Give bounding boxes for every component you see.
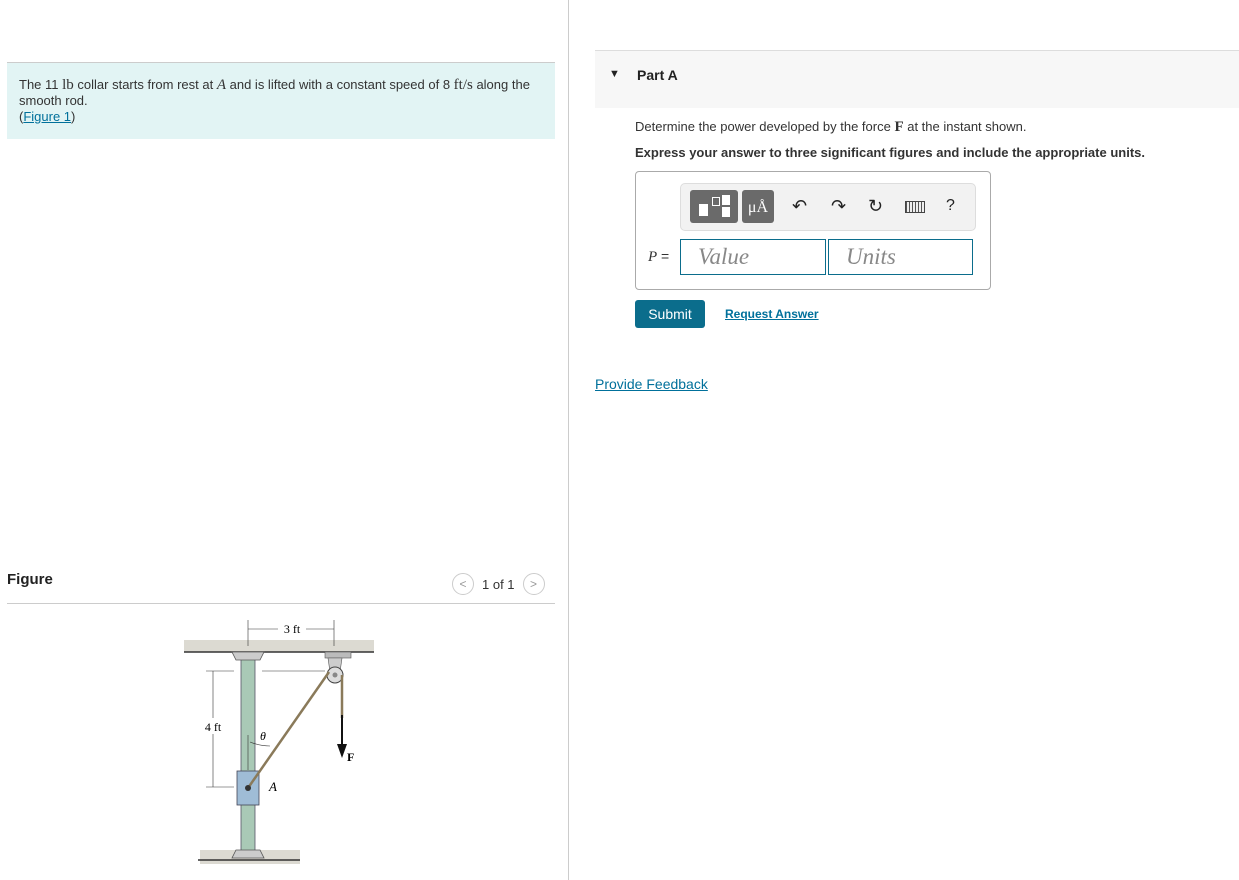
figure-heading: Figure <box>7 571 53 588</box>
force-var: F <box>894 119 904 135</box>
redo-icon[interactable]: ↷ <box>831 196 846 217</box>
text: and is lifted with a constant speed of 8 <box>226 77 454 92</box>
ceiling <box>184 640 374 652</box>
part-title: Part A <box>637 67 678 83</box>
unit: lb <box>62 77 74 93</box>
value-input[interactable]: Value <box>680 239 826 275</box>
text: Determine the power developed by the for… <box>635 119 895 134</box>
theta-label: θ <box>260 729 266 743</box>
part-a-header[interactable]: ▼ Part A <box>595 50 1239 108</box>
instruction: Express your answer to three significant… <box>635 145 1145 160</box>
next-figure-button[interactable]: > <box>522 573 545 595</box>
collapse-triangle-icon[interactable]: ▼ <box>609 68 620 80</box>
figure-pager: < 1 of 1 > <box>452 573 545 595</box>
divider <box>7 603 555 604</box>
keyboard-icon[interactable] <box>905 201 925 213</box>
width-label: 3 ft <box>284 622 301 636</box>
units-input[interactable]: Units <box>828 239 973 275</box>
reset-icon[interactable]: ↻ <box>868 196 883 217</box>
math-toolbar: μÅ ↶ ↷ ↻ ? <box>680 183 976 231</box>
text: collar starts from rest at <box>73 77 217 92</box>
text: at the instant shown. <box>903 119 1027 134</box>
question: Determine the power developed by the for… <box>635 119 1026 136</box>
left-panel: The 11 lb collar starts from rest at A a… <box>0 0 569 880</box>
force-label: F <box>347 750 354 764</box>
templates-button[interactable] <box>690 190 738 223</box>
page-count: 1 of 1 <box>482 576 515 592</box>
provide-feedback-link[interactable]: Provide Feedback <box>595 376 708 392</box>
help-icon[interactable]: ? <box>946 197 955 215</box>
height-label: 4 ft <box>205 720 222 734</box>
text: The 11 <box>19 77 63 92</box>
prev-figure-button[interactable]: < <box>452 573 474 595</box>
unit: ft/s <box>453 77 473 93</box>
force-arrow <box>337 744 347 758</box>
figure-diagram: 3 ft 4 ft θ A F <box>184 620 374 864</box>
problem-statement: The 11 lb collar starts from rest at A a… <box>7 62 555 139</box>
answer-box: μÅ ↶ ↷ ↻ ? P = Value Units <box>635 171 991 290</box>
point-label: A <box>216 77 227 93</box>
units-button[interactable]: μÅ <box>742 190 774 223</box>
answer-label: P = <box>648 248 670 265</box>
submit-button[interactable]: Submit <box>635 300 705 328</box>
point-a-label: A <box>268 779 277 794</box>
undo-icon[interactable]: ↶ <box>792 196 807 217</box>
request-answer-link[interactable]: Request Answer <box>725 307 819 321</box>
figure-link[interactable]: Figure 1 <box>23 109 71 124</box>
